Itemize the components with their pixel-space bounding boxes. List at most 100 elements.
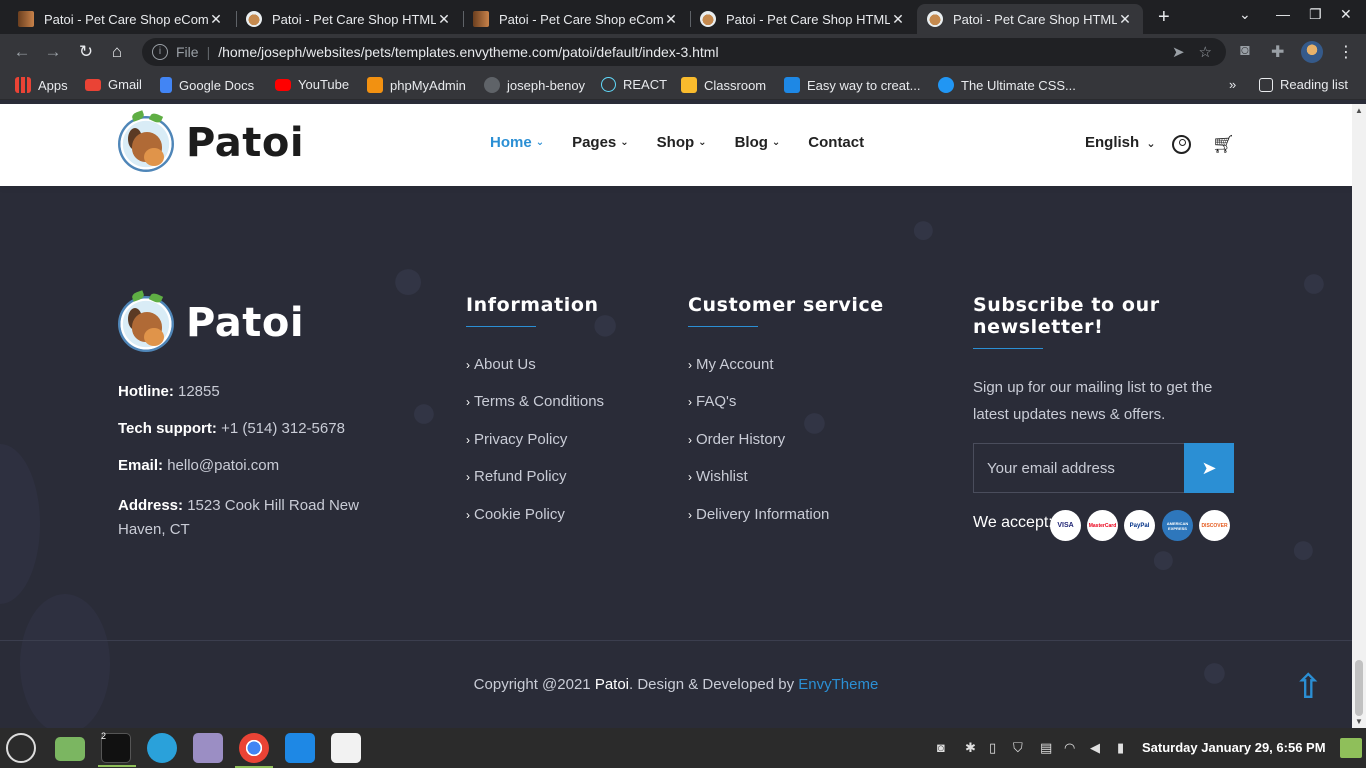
- bookmarks-overflow-icon[interactable]: »: [1229, 77, 1236, 92]
- address-bar[interactable]: i File | /home/joseph/websites/pets/temp…: [142, 38, 1226, 66]
- minimize-window-icon[interactable]: —: [1276, 6, 1290, 22]
- nav-home[interactable]: Home ⌄: [490, 134, 544, 151]
- bookmark-apps[interactable]: Apps: [15, 77, 68, 93]
- bookmark-react[interactable]: REACT: [601, 77, 667, 92]
- new-tab-plus-icon[interactable]: +: [1158, 6, 1170, 29]
- chevron-right-icon: ›: [466, 394, 470, 409]
- language-label: English: [1085, 134, 1140, 151]
- close-tab-icon[interactable]: ✕: [1117, 11, 1133, 28]
- footer-link-terms[interactable]: › Terms & Conditions: [466, 393, 604, 410]
- settings-gear-icon[interactable]: [331, 733, 361, 763]
- chrome-icon[interactable]: [235, 733, 273, 768]
- contact-value[interactable]: 12855: [178, 383, 220, 400]
- footer-link-privacy[interactable]: › Privacy Policy: [466, 431, 567, 448]
- volume-icon[interactable]: ◀: [1090, 740, 1100, 756]
- reading-list-button[interactable]: Reading list: [1259, 77, 1348, 92]
- language-selector[interactable]: English ⌄: [1085, 134, 1156, 151]
- reload-icon[interactable]: ↻: [75, 41, 97, 63]
- nav-blog[interactable]: Blog ⌄: [735, 134, 781, 151]
- battery-icon[interactable]: ▮: [1117, 740, 1124, 756]
- files-folder-icon[interactable]: [55, 737, 85, 761]
- shopping-cart-icon[interactable]: 🛒︎: [1212, 134, 1235, 155]
- browser-tab-3[interactable]: Patoi - Pet Care Shop eCommerce ✕: [463, 4, 689, 34]
- browser-tab-4[interactable]: Patoi - Pet Care Shop HTML Template ✕: [690, 4, 916, 34]
- bookmark-google-docs[interactable]: Google Docs: [160, 77, 254, 93]
- contact-value[interactable]: hello@patoi.com: [167, 457, 279, 474]
- bookmark-easy-way[interactable]: Easy way to creat...: [784, 77, 920, 93]
- newsletter-email-input[interactable]: [973, 443, 1185, 493]
- tab-search-chevron-icon[interactable]: ⌄: [1239, 6, 1251, 23]
- bookmark-ultimate-css[interactable]: The Ultimate CSS...: [938, 77, 1076, 93]
- site-logo[interactable]: Patoi: [118, 110, 304, 174]
- screenshot-camera-icon[interactable]: ◙: [1240, 42, 1250, 60]
- extensions-puzzle-icon[interactable]: ✚: [1271, 42, 1284, 62]
- home-icon[interactable]: ⌂: [106, 41, 128, 63]
- close-tab-icon[interactable]: ✕: [663, 11, 679, 28]
- footer-logo[interactable]: Patoi: [118, 290, 304, 354]
- telegram-icon[interactable]: [147, 733, 177, 763]
- page-scrollbar[interactable]: ▲ ▼: [1352, 104, 1366, 728]
- text-editor-icon[interactable]: [193, 733, 223, 763]
- nav-contact[interactable]: Contact: [808, 134, 864, 151]
- system-clock[interactable]: Saturday January 29, 6:56 PM: [1142, 740, 1326, 755]
- footer-link-my-account[interactable]: › My Account: [688, 356, 774, 373]
- browser-tab-5-active[interactable]: Patoi - Pet Care Shop HTML Template ✕: [917, 4, 1143, 34]
- chrome-menu-icon[interactable]: ⋮: [1338, 42, 1354, 62]
- footer-link-order-history[interactable]: › Order History: [688, 431, 785, 448]
- scroll-to-top-arrow-icon[interactable]: ⇧: [1294, 667, 1323, 707]
- scroll-down-arrow-icon[interactable]: ▼: [1355, 717, 1363, 726]
- footer-link-about[interactable]: › About Us: [466, 356, 536, 373]
- url-text[interactable]: /home/joseph/websites/pets/templates.env…: [218, 44, 1172, 60]
- bookmark-label: Apps: [38, 77, 68, 93]
- tab-title: Patoi - Pet Care Shop eCommerce: [499, 11, 663, 27]
- lc-icon: [784, 77, 800, 93]
- bookmark-classroom[interactable]: Classroom: [681, 77, 766, 93]
- footer-link-delivery[interactable]: › Delivery Information: [688, 506, 829, 523]
- wifi-icon[interactable]: ◠: [1064, 740, 1075, 756]
- nav-shop[interactable]: Shop ⌄: [657, 134, 707, 151]
- close-tab-icon[interactable]: ✕: [436, 11, 452, 28]
- nav-pages[interactable]: Pages ⌄: [572, 134, 629, 151]
- bookmark-gmail[interactable]: Gmail: [85, 77, 142, 92]
- bookmark-phpmyadmin[interactable]: phpMyAdmin: [367, 77, 466, 93]
- forward-arrow-icon[interactable]: →: [42, 41, 64, 63]
- discover-icon: DISCOVER: [1199, 510, 1230, 541]
- customer-service-heading: Customer service: [688, 294, 884, 316]
- browser-tab-2[interactable]: Patoi - Pet Care Shop HTML Template ✕: [236, 4, 462, 34]
- mint-menu-icon[interactable]: [6, 733, 36, 763]
- close-tab-icon[interactable]: ✕: [890, 11, 906, 28]
- footer-link-refund[interactable]: › Refund Policy: [466, 468, 567, 485]
- browser-tab-1[interactable]: Patoi - Pet Care Shop eCommerce ✕: [8, 4, 234, 34]
- scroll-up-arrow-icon[interactable]: ▲: [1355, 106, 1363, 115]
- bookmark-youtube[interactable]: YouTube: [275, 77, 349, 92]
- close-window-icon[interactable]: ✕: [1340, 6, 1352, 23]
- contact-value[interactable]: +1 (514) 312-5678: [221, 420, 345, 437]
- terminal-icon[interactable]: 2: [98, 731, 136, 767]
- back-arrow-icon[interactable]: ←: [11, 41, 33, 63]
- scrollbar-thumb[interactable]: [1355, 660, 1363, 716]
- developer-link[interactable]: EnvyTheme: [798, 676, 878, 693]
- user-account-icon[interactable]: [1172, 135, 1191, 154]
- footer-link-wishlist[interactable]: › Wishlist: [688, 468, 748, 485]
- close-tab-icon[interactable]: ✕: [208, 11, 224, 28]
- bluetooth-icon[interactable]: ✱: [965, 740, 976, 756]
- copyright-text: Copyright @2021 Patoi. Design & Develope…: [0, 676, 1352, 693]
- footer-link-cookie[interactable]: › Cookie Policy: [466, 506, 565, 523]
- contact-address: Address: 1523 Cook Hill Road New Haven, …: [118, 494, 368, 542]
- newsletter-submit-button[interactable]: ➤: [1184, 443, 1234, 493]
- clipboard-icon[interactable]: ▯: [989, 740, 996, 756]
- bookmark-github[interactable]: joseph-benoy: [484, 77, 585, 93]
- site-info-icon[interactable]: i: [152, 44, 168, 60]
- footer-link-faqs[interactable]: › FAQ's: [688, 393, 736, 410]
- send-to-device-icon[interactable]: ➤: [1172, 43, 1185, 61]
- bookmark-star-icon[interactable]: ☆: [1199, 43, 1212, 61]
- vscode-icon[interactable]: [285, 733, 315, 763]
- notes-icon[interactable]: ▤: [1040, 740, 1052, 756]
- link-label: FAQ's: [696, 393, 737, 410]
- shield-icon[interactable]: ⛉: [1013, 740, 1023, 756]
- maximize-window-icon[interactable]: ❐: [1309, 6, 1322, 23]
- camera-tray-icon[interactable]: ◙: [937, 740, 945, 755]
- show-desktop-icon[interactable]: [1340, 738, 1362, 758]
- profile-avatar[interactable]: [1301, 41, 1323, 63]
- link-label: Order History: [696, 431, 786, 448]
